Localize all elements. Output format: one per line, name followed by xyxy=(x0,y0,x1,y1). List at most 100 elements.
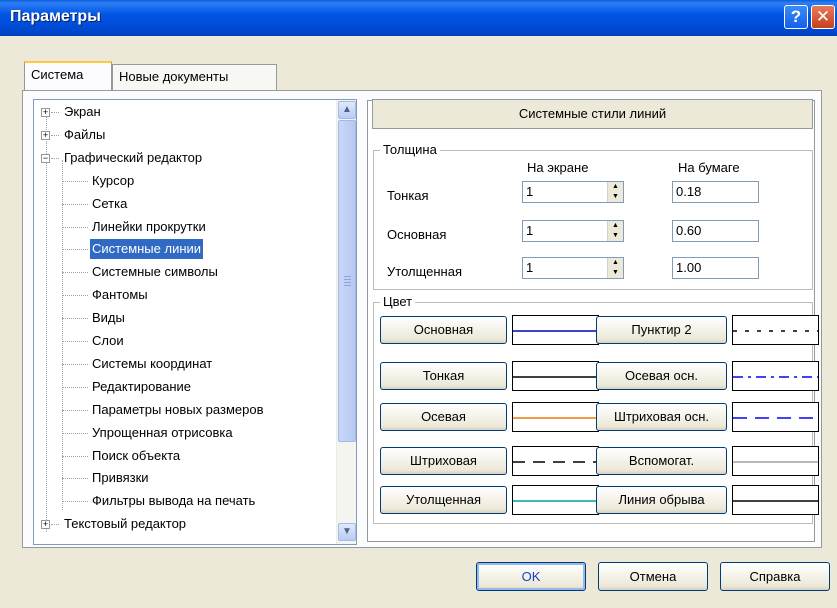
line-swatch xyxy=(512,485,599,515)
spinner-arrows-icon[interactable]: ▲ ▼ xyxy=(607,182,623,202)
tree-connector xyxy=(62,203,88,205)
thin-screen-spinner[interactable]: 1 ▲ ▼ xyxy=(522,181,624,203)
scroll-down-icon[interactable]: ▼ xyxy=(338,523,356,541)
color-button[interactable]: Осевая xyxy=(380,403,507,431)
tree-item[interactable]: Сетка xyxy=(90,194,129,214)
thick-screen-spinner[interactable]: 1 ▲ ▼ xyxy=(522,257,624,279)
tree-item[interactable]: Файлы xyxy=(62,125,107,145)
thin-label: Тонкая xyxy=(387,188,429,203)
expander-icon[interactable]: + xyxy=(41,108,50,117)
settings-tree[interactable]: + Экран + Файлы − Графический редактор Курсор С… xyxy=(33,99,357,545)
spinner-arrows-icon[interactable]: ▲ ▼ xyxy=(607,221,623,241)
tree-item[interactable]: Упрощенная отрисовка xyxy=(90,423,235,443)
scroll-up-icon[interactable]: ▲ xyxy=(338,101,356,119)
tree-connector xyxy=(51,157,59,159)
scroll-thumb[interactable] xyxy=(338,120,356,442)
color-button[interactable]: Утолщенная xyxy=(380,486,507,514)
tree-connector xyxy=(51,112,59,113)
main-paper-field[interactable]: 0.60 xyxy=(672,220,759,242)
thin-screen-value: 1 xyxy=(526,184,534,199)
tree-item[interactable]: Виды xyxy=(90,308,127,328)
color-group-label: Цвет xyxy=(380,294,416,309)
tree-connector xyxy=(62,386,88,388)
line-swatch xyxy=(732,446,819,476)
tree-connector xyxy=(62,318,88,320)
tree-item[interactable]: Фантомы xyxy=(90,285,150,305)
tree-item[interactable]: Графический редактор xyxy=(62,148,204,168)
tree-connector xyxy=(62,455,88,457)
tree-connector xyxy=(62,180,88,182)
tree-connector xyxy=(62,363,88,365)
color-button[interactable]: Линия обрыва xyxy=(596,486,727,514)
color-button[interactable]: Пунктир 2 xyxy=(596,316,727,344)
thickness-group-label: Толщина xyxy=(380,142,440,157)
thick-paper-field[interactable]: 1.00 xyxy=(672,257,759,279)
tree-connector xyxy=(62,226,88,228)
grip-line xyxy=(344,276,351,277)
thin-paper-field[interactable]: 0.18 xyxy=(672,181,759,203)
tree-item[interactable]: Системные символы xyxy=(90,262,220,282)
expander-icon[interactable]: + xyxy=(41,520,50,530)
col-screen-label: На экране xyxy=(527,160,589,175)
line-swatch xyxy=(512,402,599,432)
tree-scrollbar[interactable]: ▲ ▼ xyxy=(336,100,356,544)
tree-item[interactable]: Поиск объекта xyxy=(90,446,182,466)
color-button[interactable]: Штриховая xyxy=(380,447,507,475)
tree-connector xyxy=(51,524,59,526)
tab-system[interactable]: Система xyxy=(24,61,112,91)
tree-item[interactable]: Слои xyxy=(90,331,126,351)
ok-label: OK xyxy=(521,569,541,584)
tab-new-documents[interactable]: Новые документы xyxy=(112,64,277,90)
color-button[interactable]: Тонкая xyxy=(380,362,507,390)
tree-item[interactable]: Привязки xyxy=(90,468,151,488)
title-bar: Параметры ? ✕ xyxy=(0,0,837,36)
grip-line xyxy=(344,282,351,283)
panel-header: Системные стили линий xyxy=(372,99,813,129)
help-icon[interactable]: ? xyxy=(784,5,808,29)
line-swatch xyxy=(732,402,819,432)
tree-connector xyxy=(62,501,88,503)
close-icon[interactable]: ✕ xyxy=(811,5,835,29)
col-paper-label: На бумаге xyxy=(678,160,740,175)
tree-item[interactable]: Экран xyxy=(62,102,103,122)
ok-button[interactable]: OK xyxy=(476,562,586,591)
grip-line xyxy=(344,285,351,286)
tree-connector xyxy=(62,272,88,274)
tree-connector xyxy=(62,478,88,480)
tree-item[interactable]: Текстовый редактор xyxy=(62,514,188,534)
thick-label: Утолщенная xyxy=(387,264,463,279)
tree-item[interactable]: Системные линии xyxy=(90,239,204,260)
tree-item[interactable]: Курсор xyxy=(90,171,136,191)
tree-item[interactable]: Линейки прокрутки xyxy=(90,217,208,237)
color-button[interactable]: Осевая осн. xyxy=(596,362,727,390)
spinner-arrows-icon[interactable]: ▲ ▼ xyxy=(607,258,623,278)
window-title: Параметры xyxy=(10,8,101,25)
color-button[interactable]: Основная xyxy=(380,316,507,344)
color-button[interactable]: Штриховая осн. xyxy=(596,403,727,431)
tree-connector xyxy=(62,160,63,510)
tree-item[interactable]: Параметры новых размеров xyxy=(90,400,266,420)
line-swatch xyxy=(512,361,599,391)
line-swatch xyxy=(512,446,599,476)
cancel-button[interactable]: Отмена xyxy=(598,562,708,591)
tree-connector xyxy=(62,249,88,251)
line-swatch xyxy=(732,361,819,391)
tree-item[interactable]: Системы координат xyxy=(90,354,214,374)
grip-line xyxy=(344,279,351,280)
line-swatch xyxy=(512,315,599,345)
tree-connector xyxy=(62,432,88,434)
line-swatch xyxy=(732,315,819,345)
tree-connector xyxy=(62,295,88,297)
main-label: Основная xyxy=(387,227,447,242)
expander-icon[interactable]: − xyxy=(41,153,50,163)
main-screen-spinner[interactable]: 1 ▲ ▼ xyxy=(522,220,624,242)
thick-screen-value: 1 xyxy=(526,260,534,275)
tree-connector xyxy=(51,134,59,136)
color-button[interactable]: Вспомогат. xyxy=(596,447,727,475)
tree-connector xyxy=(46,112,47,532)
help-button[interactable]: Справка xyxy=(720,562,830,591)
tree-item[interactable]: Редактирование xyxy=(90,377,193,397)
main-screen-value: 1 xyxy=(526,223,534,238)
expander-icon[interactable]: + xyxy=(41,130,50,140)
tree-item[interactable]: Фильтры вывода на печать xyxy=(90,491,257,511)
